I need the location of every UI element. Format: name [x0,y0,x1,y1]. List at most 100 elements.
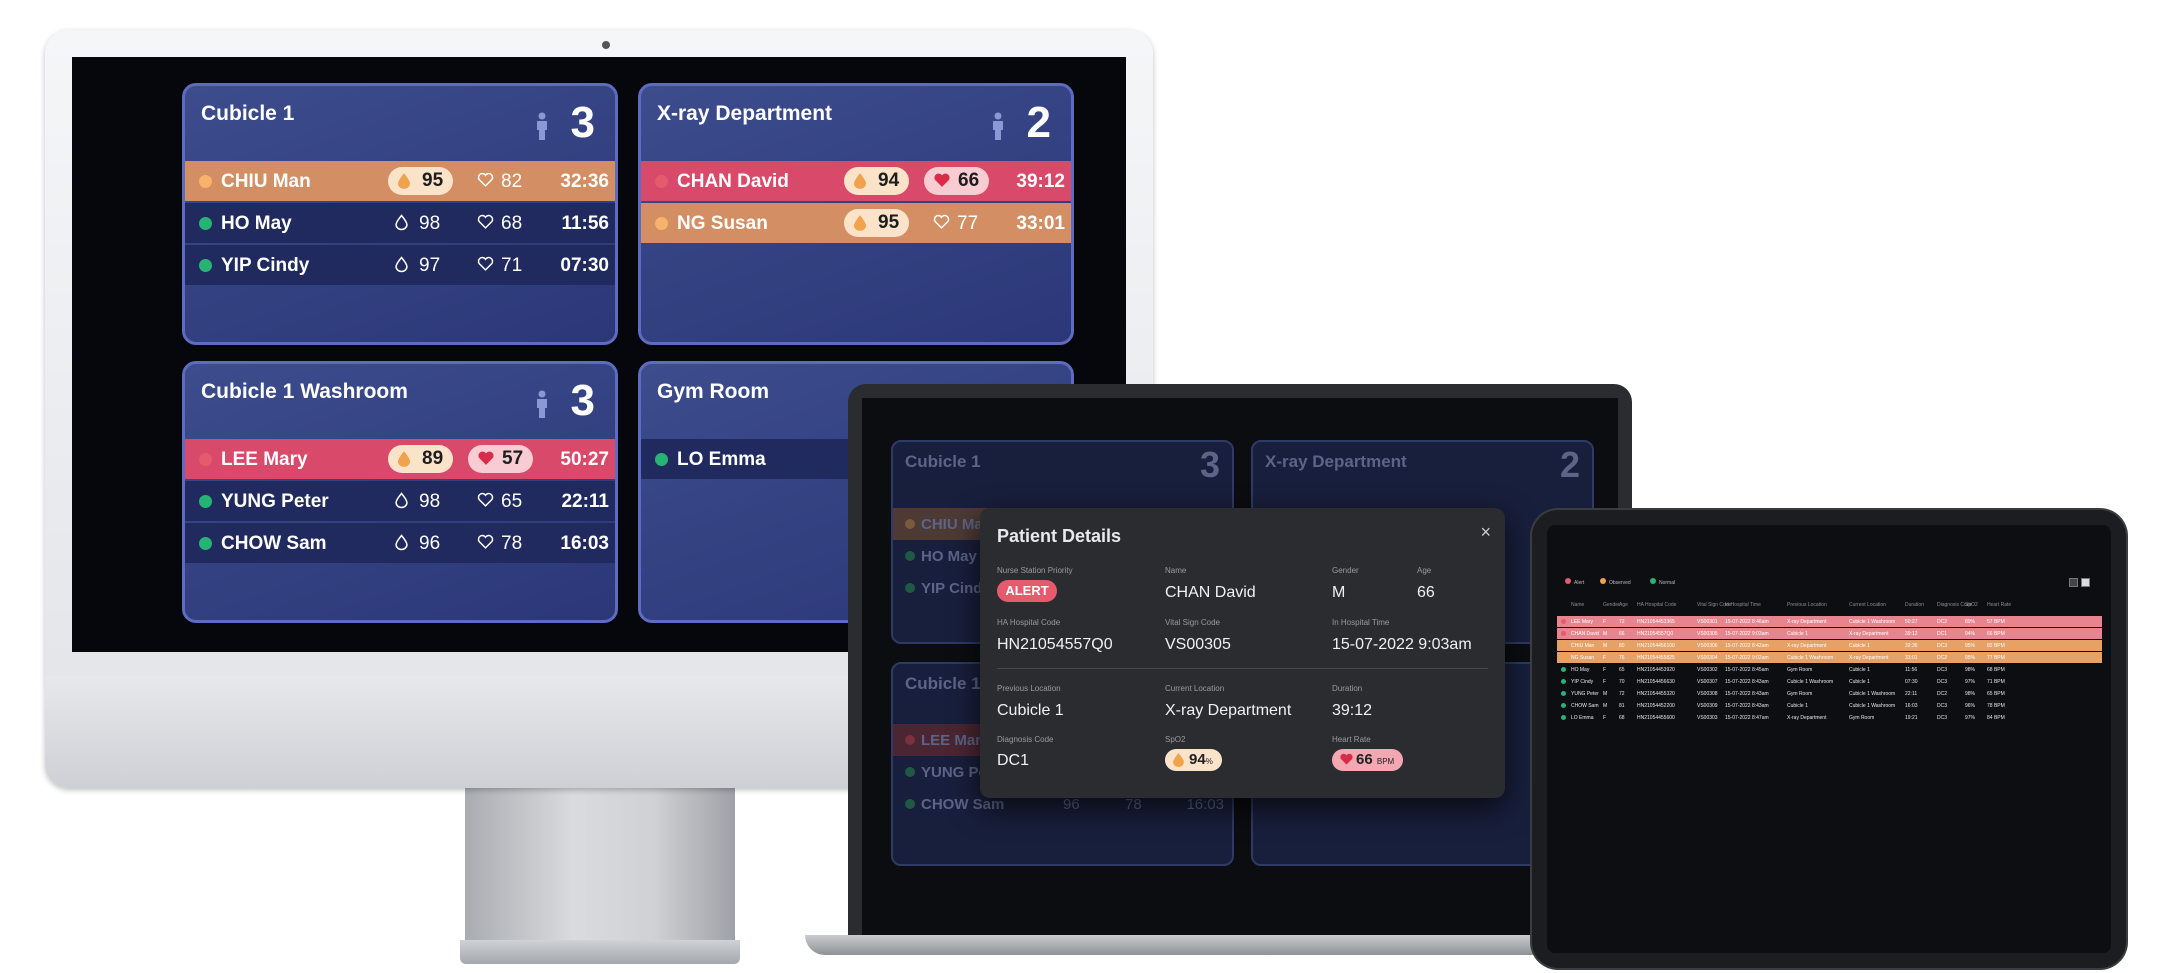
imac-foot [460,940,740,964]
table-cell: DC2 [1937,655,1948,661]
column-header[interactable]: Gender [1603,602,1620,608]
table-row[interactable]: YUNG Peter M 72 HN21054455320 VS00308 15-07-2… [1557,688,2102,699]
column-header[interactable]: SpO2 [1965,602,1978,608]
table-cell: Cubicle 1 [1849,679,1870,685]
droplet-icon [395,214,408,231]
table-cell: 78 BPM [1987,703,2005,709]
table-row[interactable]: CHAN David M 66 HN21054557Q0 VS00305 15-07-20… [1557,628,2102,639]
patient-row[interactable]: YIP Cindy 97 71 07:30 [185,245,615,285]
heart-rate-pill: 57 [468,445,534,473]
table-cell: 82 BPM [1987,643,2005,649]
table-cell: F [1603,667,1607,673]
table-cell: 33:01 [1905,655,1918,661]
table-cell: X-ray Department [1787,643,1827,649]
ward-title: X-ray Department [657,102,833,125]
column-header[interactable]: Previous Location [1787,602,1827,608]
table-cell: M [1603,643,1608,649]
patient-row[interactable]: LEE Mary 89 57 50:27 [185,439,615,479]
column-header[interactable]: Age [1619,602,1628,608]
vital-sign-code: VS00305 [1165,636,1231,653]
ward-card[interactable]: Cubicle 1 Washroom 3 LEE Mary 89 57 50:27 YUNG… [182,361,618,623]
duration-value: 07:30 [560,255,609,276]
table-cell: VS00303 [1697,715,1718,721]
table-cell: 71 BPM [1987,679,2005,685]
column-header[interactable]: Name [1571,602,1584,608]
status-dot [199,217,212,230]
table-cell: VS00308 [1697,691,1718,697]
table-cell: 15-07-2022 9:03am [1725,631,1769,637]
observed-dot [1600,578,1606,584]
table-cell: VS00302 [1697,667,1718,673]
duration: 39:12 [1332,702,1373,719]
column-header[interactable]: Heart Rate [1987,602,2011,608]
table-row[interactable]: CHIU Man M 80 HN21054456100 VS00306 15-07-202… [1557,640,2102,651]
table-cell: X-ray Department [1849,655,1889,661]
column-header[interactable]: Duration [1905,602,1924,608]
table-cell: Cubicle 1 Washroom [1849,619,1896,625]
patient-row[interactable]: YUNG Peter 98 65 22:11 [185,481,615,521]
table-cell: 76 [1619,655,1625,661]
table-cell: X-ray Department [1787,619,1827,625]
camera-icon [602,41,610,49]
droplet-icon [854,173,866,189]
table-cell: VS00305 [1697,631,1718,637]
patient-row[interactable]: CHOW Sam 96 78 16:03 [185,523,615,563]
field-label: Name [1165,566,1187,575]
duration-value: 32:36 [560,171,609,192]
duration-value: 39:12 [1016,171,1065,192]
heart-icon [478,451,494,465]
table-cell: HN21054455600 [1637,715,1675,721]
patient-row[interactable]: NG Susan 95 77 33:01 [641,203,1071,243]
heart-icon [477,534,494,549]
grid-view-icon[interactable] [2069,578,2078,587]
table-cell: 32:36 [1905,643,1918,649]
occupancy-count: 2 [1026,98,1051,147]
table-cell: 68 [1619,715,1625,721]
table-cell: DC1 [1937,631,1948,637]
column-header[interactable]: HA Hospital Code [1637,602,1676,608]
table-cell: HN21054557Q0 [1637,631,1674,637]
table-cell: 15-07-2022 9:02am [1725,655,1769,661]
table-cell: 77 BPM [1987,655,2005,661]
table-cell: 98% [1965,691,1976,697]
table-cell: 68 BPM [1987,667,2005,673]
table-cell: DC2 [1937,619,1948,625]
patient-row[interactable]: CHIU Man 95 82 32:36 [185,161,615,201]
list-view-icon[interactable] [2081,578,2090,587]
duration-value: 11:56 [561,213,609,234]
status-dot [1561,691,1566,696]
field-label: Nurse Station Priority [997,566,1073,575]
column-header[interactable]: Current Location [1849,602,1886,608]
table-cell: Gym Room [1787,667,1813,673]
table-cell: Cubicle 1 Washroom [1787,679,1834,685]
table-cell: Cubicle 1 [1787,703,1808,709]
table-cell: 15-07-2022 8:43am [1725,679,1769,685]
patient-row[interactable]: HO May 98 68 11:56 [185,203,615,243]
table-row[interactable]: LO Emma F 68 HN21054455600 VS00303 15-07-2022… [1557,712,2102,723]
table-cell: CHAN David [1571,631,1600,637]
table-cell: 65 [1619,667,1625,673]
table-row[interactable]: CHOW Sam M 81 HN21054452200 VS00309 15-07-202… [1557,700,2102,711]
close-icon[interactable]: × [1480,522,1491,543]
ward-card[interactable]: Cubicle 1 3 CHIU Man 95 82 32:36 HO May 98 68 11:… [182,83,618,345]
table-cell: 81 [1619,703,1625,709]
person-icon [991,112,1005,140]
table-cell: DC2 [1937,691,1948,697]
status-dot [1561,715,1566,720]
status-dot [655,175,668,188]
spo2-pill: 94% [1165,749,1222,771]
patient-name: YIP Cindy [221,255,310,276]
table-row[interactable]: YIP Cindy F 70 HN21054456630 VS00307 15-07-20… [1557,676,2102,687]
droplet-icon [395,534,408,551]
column-header[interactable]: In Hospital Time [1725,602,1761,608]
table-row[interactable]: HO May F 65 HN21054453920 VS00302 15-07-2022 … [1557,664,2102,675]
table-cell: 16:03 [1905,703,1918,709]
table-row[interactable]: LEE Mary F 72 HN21054453365 VS00301 15-07-202… [1557,616,2102,627]
ward-card[interactable]: X-ray Department 2 CHAN David 94 66 39:12 NG S… [638,83,1074,345]
table-row[interactable]: NG Susan F 76 HN21054455825 VS00304 15-07-202… [1557,652,2102,663]
table-cell: 98% [1965,667,1976,673]
table-cell: VS00307 [1697,679,1718,685]
table-cell: F [1603,655,1607,661]
patient-row[interactable]: CHAN David 94 66 39:12 [641,161,1071,201]
spo2-value: 96 [395,533,440,555]
